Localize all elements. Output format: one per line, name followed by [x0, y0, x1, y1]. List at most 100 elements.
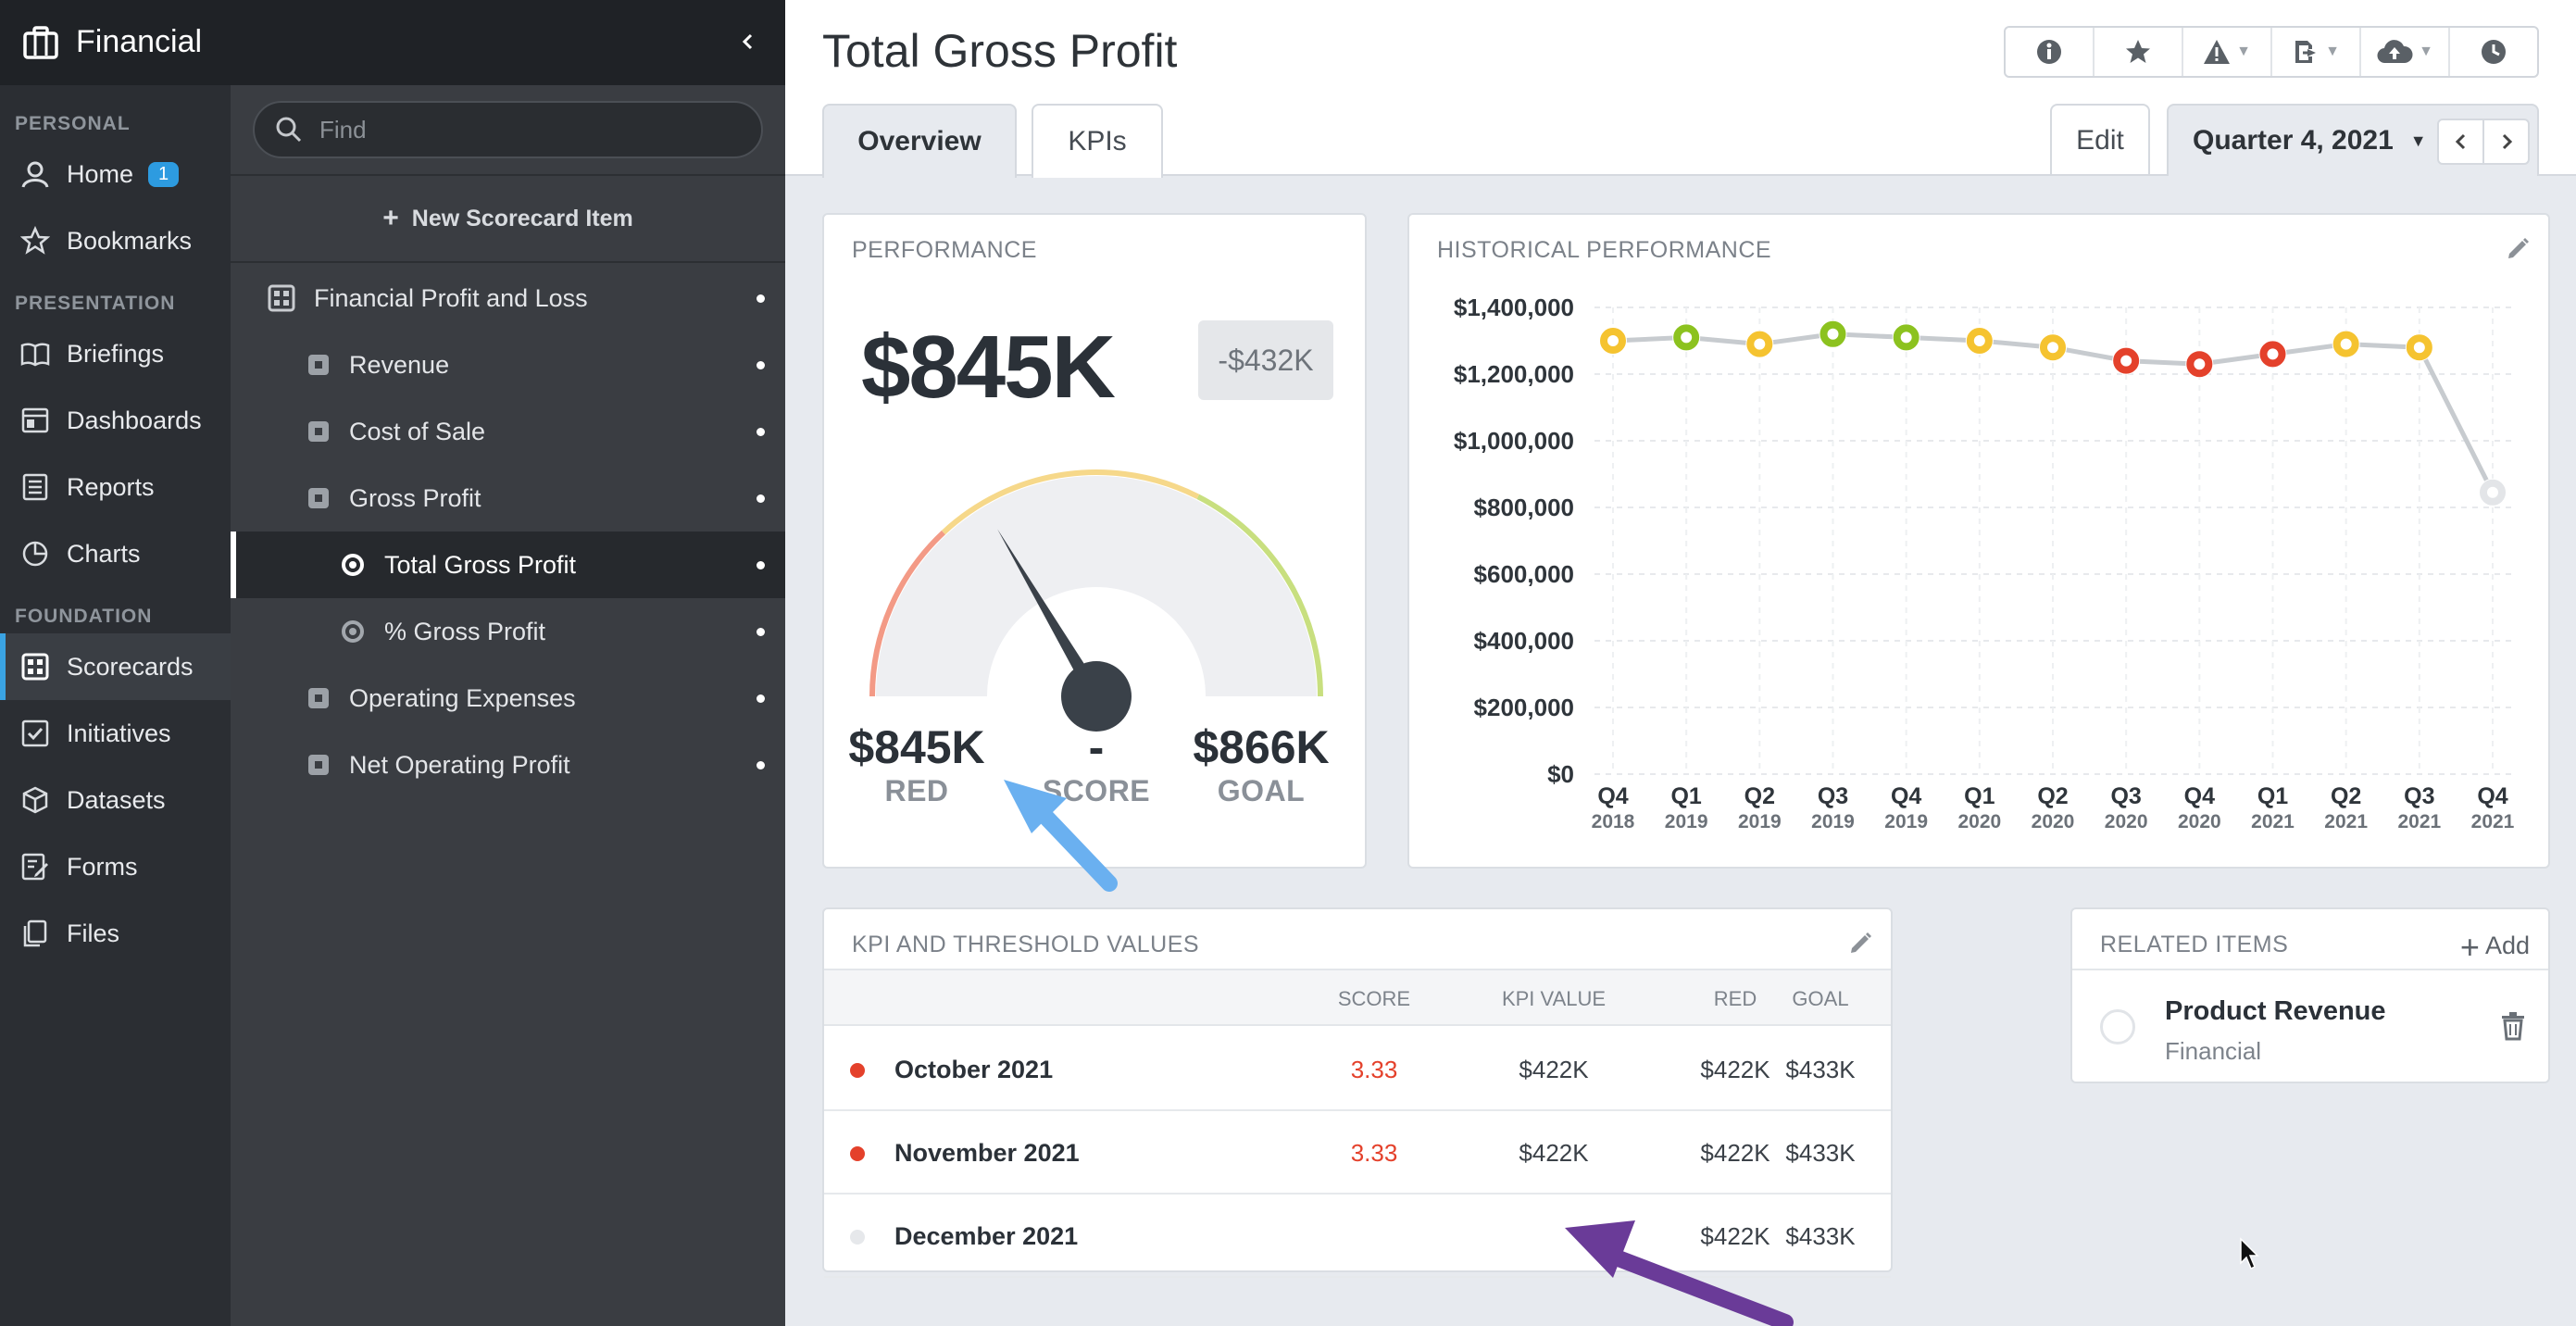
y-tick-label: $1,400,000: [1454, 294, 1574, 321]
gauge-score: - SCORE: [1022, 720, 1170, 808]
caret-down-icon: ▼: [2325, 44, 2340, 59]
add-related-label: Add: [2484, 932, 2530, 960]
tree-item-label: Operating Expenses: [349, 683, 576, 712]
scorecard-tree-panel: Find + New Scorecard Item Financial Prof…: [231, 85, 785, 1326]
info-button[interactable]: [2006, 28, 2095, 76]
main-nav: PERSONAL Home 1 Bookmarks PRESENTATION B…: [0, 85, 231, 1326]
nav-item-home[interactable]: Home 1: [0, 141, 231, 207]
table-row[interactable]: December 2021 $422K $433K: [824, 1195, 1891, 1278]
tab-kpis[interactable]: KPIs: [1032, 104, 1163, 178]
kpi-icon: [342, 620, 364, 643]
page-title: Total Gross Profit: [822, 25, 1178, 77]
nav-item-scorecards[interactable]: Scorecards: [0, 633, 231, 700]
row-goal: $433K: [1785, 1056, 1856, 1083]
nav-item-forms[interactable]: Forms: [0, 833, 231, 900]
nav-item-label: Files: [67, 919, 120, 947]
performance-card: PERFORMANCE $845K -$432K $845K RED - SCO…: [822, 213, 1367, 869]
previous-period-button[interactable]: [2439, 120, 2484, 163]
nav-item-bookmarks[interactable]: Bookmarks: [0, 207, 231, 274]
tree-item-revenue[interactable]: Revenue: [231, 332, 785, 398]
x-tick-year: 2020: [1957, 811, 2001, 832]
edit-kpi-button[interactable]: [1848, 930, 1874, 960]
history-button[interactable]: [2450, 28, 2537, 76]
status-dot-icon: [757, 427, 765, 436]
delete-related-button[interactable]: [2500, 1011, 2526, 1045]
row-kpi-value: $422K: [1519, 1139, 1589, 1167]
tree-item-total-gross-profit[interactable]: Total Gross Profit: [231, 532, 785, 598]
y-tick-label: $200,000: [1474, 694, 1574, 721]
objective-icon: [308, 488, 329, 508]
nav-item-briefings[interactable]: Briefings: [0, 320, 231, 387]
dashboard-icon: [19, 404, 52, 437]
period-selector[interactable]: Quarter 4, 2021 ▼: [2167, 104, 2539, 176]
add-related-button[interactable]: + Add: [2460, 928, 2530, 967]
performance-value: $845K: [861, 318, 1116, 417]
form-icon: [19, 850, 52, 883]
export-button[interactable]: ▼: [2272, 28, 2361, 76]
tree-item-cost-of-sale[interactable]: Cost of Sale: [231, 398, 785, 465]
nav-item-label: Initiatives: [67, 719, 171, 747]
briefcase-icon: [22, 24, 59, 66]
x-tick-year: 2021: [2397, 811, 2441, 832]
collapse-sidebar-button[interactable]: [739, 26, 756, 65]
tree-item-gross-profit[interactable]: Gross Profit: [231, 465, 785, 532]
edit-button[interactable]: Edit: [2050, 104, 2150, 176]
performance-delta: -$432K: [1198, 320, 1333, 400]
search-input[interactable]: Find: [253, 101, 763, 158]
nav-item-label: Charts: [67, 539, 141, 568]
nav-section-label: PERSONAL: [15, 113, 131, 134]
x-tick-year: 2020: [2178, 811, 2221, 832]
new-scorecard-item-button[interactable]: + New Scorecard Item: [231, 174, 785, 263]
y-tick-label: $600,000: [1474, 560, 1574, 588]
chevron-left-icon: [742, 33, 753, 50]
mouse-cursor-icon: [2240, 1237, 2259, 1270]
nav-item-charts[interactable]: Charts: [0, 520, 231, 587]
x-tick-quarter: Q4: [2477, 783, 2507, 809]
caret-down-icon: ▼: [2236, 44, 2251, 59]
col-score: SCORE: [1337, 987, 1411, 1010]
nav-item-reports[interactable]: Reports: [0, 454, 231, 520]
objective-icon: [308, 755, 329, 775]
related-item[interactable]: Product Revenue Financial: [2072, 969, 2548, 1082]
nav-item-label: Home: [67, 159, 134, 188]
tree-item-label: Gross Profit: [349, 483, 481, 512]
nav-item-initiatives[interactable]: Initiatives: [0, 700, 231, 767]
nav-item-label: Bookmarks: [67, 226, 193, 255]
main-content: Total Gross Profit ▼ ▼ ▼ Overview KPIs E…: [785, 0, 2576, 1326]
alert-button[interactable]: ▼: [2183, 28, 2272, 76]
tree-item-operating-expenses[interactable]: Operating Expenses: [231, 665, 785, 732]
toolbar: ▼ ▼ ▼: [2004, 26, 2539, 78]
notification-badge: 1: [148, 161, 180, 187]
tree-item-net-operating-profit[interactable]: Net Operating Profit: [231, 732, 785, 798]
table-row[interactable]: November 2021 3.33 $422K $422K $433K: [824, 1111, 1891, 1195]
objective-icon: [308, 355, 329, 375]
status-dot-icon: [757, 760, 765, 769]
alert-icon: [2204, 40, 2231, 64]
bookmark-button[interactable]: [2095, 28, 2183, 76]
plus-icon: +: [2459, 928, 2480, 966]
nav-item-dashboards[interactable]: Dashboards: [0, 387, 231, 454]
next-period-button[interactable]: [2484, 120, 2528, 163]
tab-overview[interactable]: Overview: [822, 104, 1017, 178]
search-placeholder: Find: [319, 115, 367, 144]
row-goal: $433K: [1785, 1222, 1856, 1250]
table-row[interactable]: October 2021 3.33 $422K $422K $433K: [824, 1028, 1891, 1111]
history-icon: [2482, 40, 2506, 64]
cloud-button[interactable]: ▼: [2361, 28, 2450, 76]
objective-icon: [308, 688, 329, 708]
tree-item-gross-profit[interactable]: % Gross Profit: [231, 598, 785, 665]
row-period: October 2021: [894, 1056, 1054, 1083]
y-tick-label: $0: [1547, 760, 1574, 788]
nav-item-datasets[interactable]: Datasets: [0, 767, 231, 833]
x-tick-quarter: Q2: [2331, 783, 2361, 809]
x-tick-year: 2018: [1592, 811, 1635, 832]
nav-item-files[interactable]: Files: [0, 900, 231, 967]
tree-item-financial-profit-and-loss[interactable]: Financial Profit and Loss: [231, 265, 785, 332]
x-tick-year: 2021: [2471, 811, 2515, 832]
status-circle-icon: [2100, 1009, 2135, 1045]
score-label: SCORE: [1042, 774, 1151, 807]
trash-icon: [2502, 1012, 2524, 1041]
x-tick-year: 2019: [1884, 811, 1928, 832]
related-item-name: Product Revenue: [2165, 996, 2386, 1026]
performance-title: PERFORMANCE: [852, 237, 1037, 263]
